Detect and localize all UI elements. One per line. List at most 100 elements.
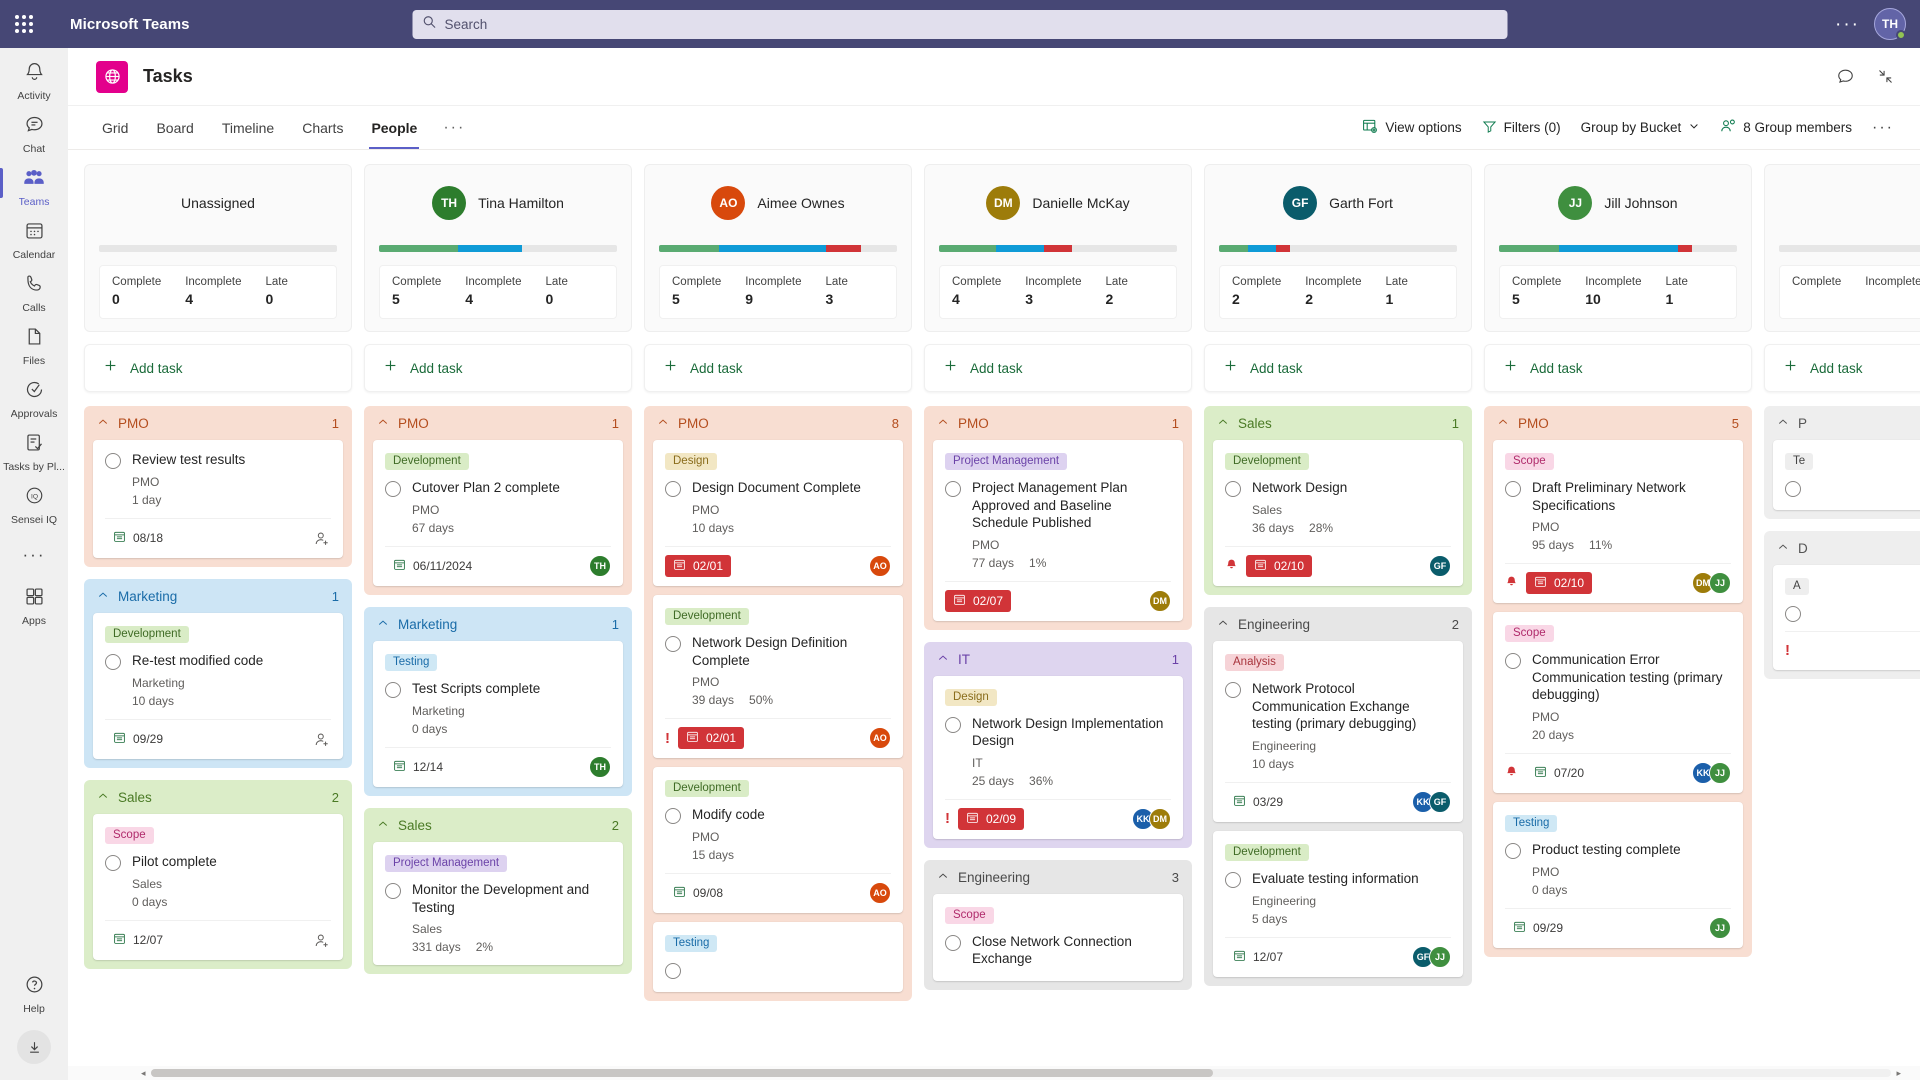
assign-person-icon[interactable] xyxy=(314,530,331,547)
bucket-header[interactable]: PMO 1 xyxy=(93,416,343,440)
chevron-up-icon[interactable] xyxy=(377,617,389,632)
task-label-chip[interactable]: Development xyxy=(665,608,749,625)
view-options-button[interactable]: View options xyxy=(1362,118,1462,137)
task-label-chip[interactable]: Analysis xyxy=(1225,654,1284,671)
task-complete-checkbox[interactable] xyxy=(665,481,681,497)
sidebar-more-icon[interactable]: ··· xyxy=(23,531,46,579)
task-assignees[interactable]: DM xyxy=(1149,589,1171,612)
task-label-chip[interactable]: Project Management xyxy=(945,453,1068,470)
task-assignees[interactable]: KK GF xyxy=(1412,790,1451,813)
conversation-icon[interactable] xyxy=(1836,67,1855,86)
task-due-date[interactable]: 02/01 xyxy=(678,727,745,749)
task-complete-checkbox[interactable] xyxy=(1505,653,1521,669)
task-due-date[interactable]: 09/08 xyxy=(665,882,731,904)
task-complete-checkbox[interactable] xyxy=(665,963,681,979)
add-task-button[interactable]: Add task xyxy=(644,344,912,392)
sidebar-item-chat[interactable]: Chat xyxy=(0,107,68,160)
task-label-chip[interactable]: Scope xyxy=(1505,453,1554,470)
task-complete-checkbox[interactable] xyxy=(1225,481,1241,497)
group-by-dropdown[interactable]: Group by Bucket xyxy=(1581,120,1701,135)
avatar[interactable]: TH xyxy=(1874,8,1906,40)
task-complete-checkbox[interactable] xyxy=(1505,842,1521,859)
task-card[interactable]: Project Management Monitor the Developme… xyxy=(373,842,623,965)
task-complete-checkbox[interactable] xyxy=(945,934,961,951)
task-due-date[interactable]: 12/07 xyxy=(105,929,171,951)
chevron-up-icon[interactable] xyxy=(97,589,109,604)
sidebar-item-calendar[interactable]: Calendar xyxy=(0,213,68,266)
bucket-header[interactable]: IT 1 xyxy=(933,652,1183,676)
scroll-right-arrow[interactable]: ▸ xyxy=(1891,1068,1906,1079)
bucket-header[interactable]: Engineering 2 xyxy=(1213,617,1463,641)
task-label-chip[interactable]: Development xyxy=(1225,453,1309,470)
task-due-date[interactable]: 03/29 xyxy=(1225,791,1291,813)
task-card[interactable]: Design Network Design Implementation Des… xyxy=(933,675,1183,839)
chevron-up-icon[interactable] xyxy=(1217,617,1229,632)
tab-charts[interactable]: Charts xyxy=(288,106,357,149)
avatar[interactable]: GF xyxy=(1283,186,1318,220)
task-assignees[interactable]: GF JJ xyxy=(1412,945,1451,968)
task-card[interactable]: Scope Close Network Connection Exchange xyxy=(933,893,1183,981)
task-label-chip[interactable]: A xyxy=(1785,578,1809,595)
bucket-header[interactable]: Marketing 1 xyxy=(93,589,343,613)
task-card[interactable]: Development Network Design Definition Co… xyxy=(653,595,903,758)
sidebar-item-sensei-iq[interactable]: IQ Sensei IQ xyxy=(0,478,68,531)
task-due-date[interactable]: 02/10 xyxy=(1526,572,1593,594)
task-due-date[interactable]: 12/07 xyxy=(1225,946,1291,968)
collapse-icon[interactable] xyxy=(1877,68,1894,85)
task-card[interactable]: Analysis Network Protocol Communication … xyxy=(1213,641,1463,822)
toolbar-more-icon[interactable]: ··· xyxy=(1872,119,1894,137)
bucket-header[interactable]: PMO 5 xyxy=(1493,416,1743,440)
bucket-header[interactable]: Sales 1 xyxy=(1213,416,1463,440)
assign-person-icon[interactable] xyxy=(314,932,331,949)
chevron-up-icon[interactable] xyxy=(1217,416,1229,431)
bucket-header[interactable]: Marketing 1 xyxy=(373,617,623,641)
task-assignees[interactable]: KK JJ xyxy=(1692,761,1731,784)
task-due-date[interactable]: 06/11/2024 xyxy=(385,555,480,577)
tab-people[interactable]: People xyxy=(357,106,431,149)
chevron-up-icon[interactable] xyxy=(377,818,389,833)
chevron-up-icon[interactable] xyxy=(937,870,949,885)
tab-grid[interactable]: Grid xyxy=(96,106,142,149)
task-label-chip[interactable]: Scope xyxy=(945,906,994,924)
chevron-up-icon[interactable] xyxy=(97,416,109,431)
task-card[interactable]: Review test results PMO 1 day 08/18 xyxy=(93,440,343,558)
task-card[interactable]: Scope Communication Error Communication … xyxy=(1493,612,1743,793)
sidebar-item-approvals[interactable]: Approvals xyxy=(0,372,68,425)
horizontal-scrollbar[interactable]: ◂ ▸ xyxy=(68,1066,1920,1080)
bucket-header[interactable]: P xyxy=(1773,416,1920,440)
task-complete-checkbox[interactable] xyxy=(1225,871,1241,888)
task-card[interactable]: Testing xyxy=(653,922,903,992)
task-due-date[interactable]: 02/09 xyxy=(958,807,1025,830)
task-due-date[interactable]: 08/18 xyxy=(105,527,171,549)
task-assignees[interactable]: AO xyxy=(869,882,891,904)
tab-board[interactable]: Board xyxy=(142,106,207,149)
task-card[interactable]: Development Modify code PMO 15 days 09/0… xyxy=(653,767,903,913)
add-task-button[interactable]: Add task xyxy=(364,344,632,392)
group-members-button[interactable]: 8 Group members xyxy=(1720,118,1852,137)
avatar[interactable]: TH xyxy=(432,186,467,220)
chevron-up-icon[interactable] xyxy=(1777,416,1789,431)
sidebar-item-calls[interactable]: Calls xyxy=(0,266,68,319)
chevron-up-icon[interactable] xyxy=(97,790,109,805)
task-card[interactable]: Scope Draft Preliminary Network Specific… xyxy=(1493,440,1743,603)
filters-button[interactable]: Filters (0) xyxy=(1482,119,1561,137)
task-label-chip[interactable]: Development xyxy=(385,453,469,470)
task-card[interactable]: Development Network Design Sales 36 days… xyxy=(1213,440,1463,586)
task-label-chip[interactable]: Testing xyxy=(385,654,438,671)
task-complete-checkbox[interactable] xyxy=(1505,481,1521,497)
task-complete-checkbox[interactable] xyxy=(945,716,961,733)
avatar[interactable]: AO xyxy=(711,186,746,220)
scroll-left-arrow[interactable]: ◂ xyxy=(136,1068,151,1079)
task-label-chip[interactable]: Scope xyxy=(105,827,154,844)
task-card[interactable]: Scope Pilot complete Sales 0 days 12/07 xyxy=(93,814,343,960)
task-complete-checkbox[interactable] xyxy=(385,481,401,497)
task-card[interactable]: Development Evaluate testing information… xyxy=(1213,830,1463,977)
add-task-button[interactable]: Add task xyxy=(1484,344,1752,392)
task-card[interactable]: Development Re-test modified code Market… xyxy=(93,613,343,759)
task-assignees[interactable]: DM JJ xyxy=(1692,572,1731,594)
task-card[interactable]: Testing Test Scripts complete Marketing … xyxy=(373,641,623,787)
task-label-chip[interactable]: Testing xyxy=(1505,814,1558,832)
assign-person-icon[interactable] xyxy=(314,731,331,748)
add-task-button[interactable]: Add task xyxy=(1764,344,1920,392)
task-complete-checkbox[interactable] xyxy=(665,808,681,824)
